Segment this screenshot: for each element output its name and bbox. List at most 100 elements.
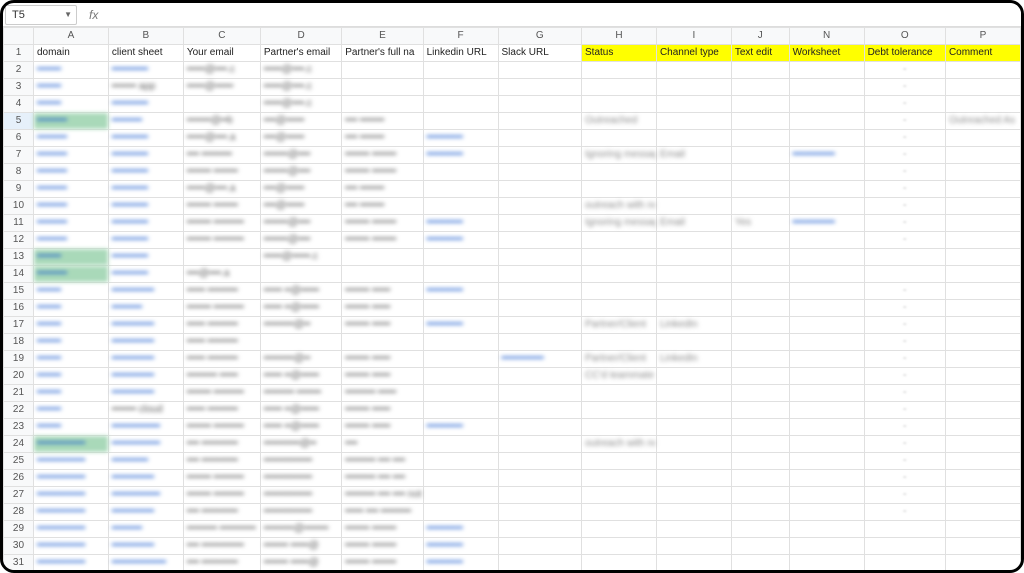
cell[interactable]: ━━━━ (33, 334, 108, 351)
cell[interactable] (945, 79, 1020, 96)
cell[interactable] (945, 487, 1020, 504)
cell[interactable] (423, 504, 498, 521)
row-header[interactable]: 27 (4, 487, 34, 504)
cell[interactable] (423, 470, 498, 487)
cell[interactable] (945, 215, 1020, 232)
cell[interactable] (731, 249, 789, 266)
cell[interactable] (423, 266, 498, 283)
cell[interactable] (582, 504, 657, 521)
cell[interactable]: ━━━ ━@━━━ (260, 419, 341, 436)
cell[interactable] (731, 351, 789, 368)
cell[interactable]: ━━━━━━ (108, 62, 183, 79)
cell[interactable] (789, 555, 864, 571)
row-header[interactable]: 15 (4, 283, 34, 300)
column-header-F[interactable]: F (423, 28, 498, 45)
cell[interactable] (864, 249, 945, 266)
cell[interactable] (656, 504, 731, 521)
cell[interactable]: ━━━━ ━━━━━ (183, 215, 260, 232)
cell[interactable] (789, 62, 864, 79)
cell[interactable] (731, 266, 789, 283)
cell[interactable]: ━━━━━━ (108, 130, 183, 147)
cell[interactable]: ━━━━@━b (183, 113, 260, 130)
cell[interactable] (656, 470, 731, 487)
cell[interactable]: Yes (731, 215, 789, 232)
cell[interactable]: ━━ ━━━━━━ (183, 555, 260, 571)
row-header[interactable]: 2 (4, 62, 34, 79)
cell[interactable]: ━━━━━ (108, 300, 183, 317)
cell[interactable] (789, 419, 864, 436)
cell[interactable]: ━━━━ (33, 62, 108, 79)
cell[interactable] (423, 453, 498, 470)
cell[interactable]: ━━ ━━━━ (342, 113, 423, 130)
row-header[interactable]: 16 (4, 300, 34, 317)
cell[interactable] (731, 487, 789, 504)
cell[interactable]: ━━━━━@━ (260, 351, 341, 368)
cell[interactable]: ━━━━━━━━ (33, 538, 108, 555)
row-header[interactable]: 23 (4, 419, 34, 436)
cell[interactable]: - (864, 113, 945, 130)
cell[interactable]: ━━━━━━━ (108, 538, 183, 555)
cell[interactable]: ━━━━━ ━━ ━━ not found (342, 487, 423, 504)
cell[interactable] (656, 487, 731, 504)
cell[interactable] (582, 266, 657, 283)
cell[interactable]: ━━━━━━ (108, 266, 183, 283)
cell[interactable] (945, 402, 1020, 419)
cell[interactable] (789, 317, 864, 334)
cell[interactable]: - (864, 504, 945, 521)
cell[interactable] (789, 96, 864, 113)
cell[interactable]: ━━@━━━ (260, 181, 341, 198)
cell[interactable]: - (864, 164, 945, 181)
cell[interactable] (498, 317, 582, 334)
cell[interactable]: ━━━━━━ (108, 164, 183, 181)
cell[interactable] (945, 130, 1020, 147)
cell[interactable] (789, 300, 864, 317)
cell[interactable]: ━━━━ ━━━━━ (183, 487, 260, 504)
cell[interactable]: ━━━@━━.c (260, 96, 341, 113)
cell[interactable]: ━━━━ (33, 249, 108, 266)
cell[interactable]: ━━━━ ━━━━ (342, 147, 423, 164)
row-header[interactable]: 3 (4, 79, 34, 96)
cell[interactable] (656, 368, 731, 385)
cell[interactable]: Comment (945, 45, 1020, 62)
cell[interactable] (656, 232, 731, 249)
cell[interactable] (582, 521, 657, 538)
cell[interactable]: ━━━━━━━ (108, 504, 183, 521)
cell[interactable]: ━━━━@━━ (260, 164, 341, 181)
cell[interactable]: Ignoring messag (582, 147, 657, 164)
cell[interactable] (656, 300, 731, 317)
cell[interactable]: LinkedIn (656, 351, 731, 368)
cell[interactable]: ━━━━ ━━━@ (260, 555, 341, 571)
cell[interactable] (498, 249, 582, 266)
cell[interactable]: ━━━━ ━━━━ (183, 198, 260, 215)
cell[interactable] (183, 249, 260, 266)
cell[interactable] (731, 436, 789, 453)
cell[interactable] (498, 470, 582, 487)
cell[interactable] (656, 266, 731, 283)
cell[interactable] (789, 266, 864, 283)
cell[interactable] (789, 113, 864, 130)
cell[interactable]: ━━━━ (33, 385, 108, 402)
cell[interactable] (582, 130, 657, 147)
cell[interactable]: ━━━ ━━ ━━━━━ (342, 504, 423, 521)
cell[interactable] (945, 368, 1020, 385)
cell[interactable] (656, 113, 731, 130)
cell[interactable] (423, 334, 498, 351)
cell[interactable] (656, 181, 731, 198)
cell[interactable]: - (864, 215, 945, 232)
cell[interactable] (498, 555, 582, 571)
cell[interactable]: Debt tolerance (864, 45, 945, 62)
cell[interactable]: ━━ ━━━━ (342, 130, 423, 147)
cell[interactable]: ━━━━━━━━ (260, 470, 341, 487)
cell[interactable]: ━━━ ━━━━━ (183, 351, 260, 368)
cell[interactable]: ━━ ━━━━━━ (183, 436, 260, 453)
column-header-A[interactable]: A (33, 28, 108, 45)
row-header[interactable]: 13 (4, 249, 34, 266)
cell[interactable] (423, 198, 498, 215)
cell[interactable]: - (864, 198, 945, 215)
row-header[interactable]: 11 (4, 215, 34, 232)
row-header[interactable]: 12 (4, 232, 34, 249)
cell[interactable]: ━━━━━━ (108, 215, 183, 232)
cell[interactable] (582, 283, 657, 300)
cell[interactable] (656, 334, 731, 351)
cell[interactable] (731, 79, 789, 96)
